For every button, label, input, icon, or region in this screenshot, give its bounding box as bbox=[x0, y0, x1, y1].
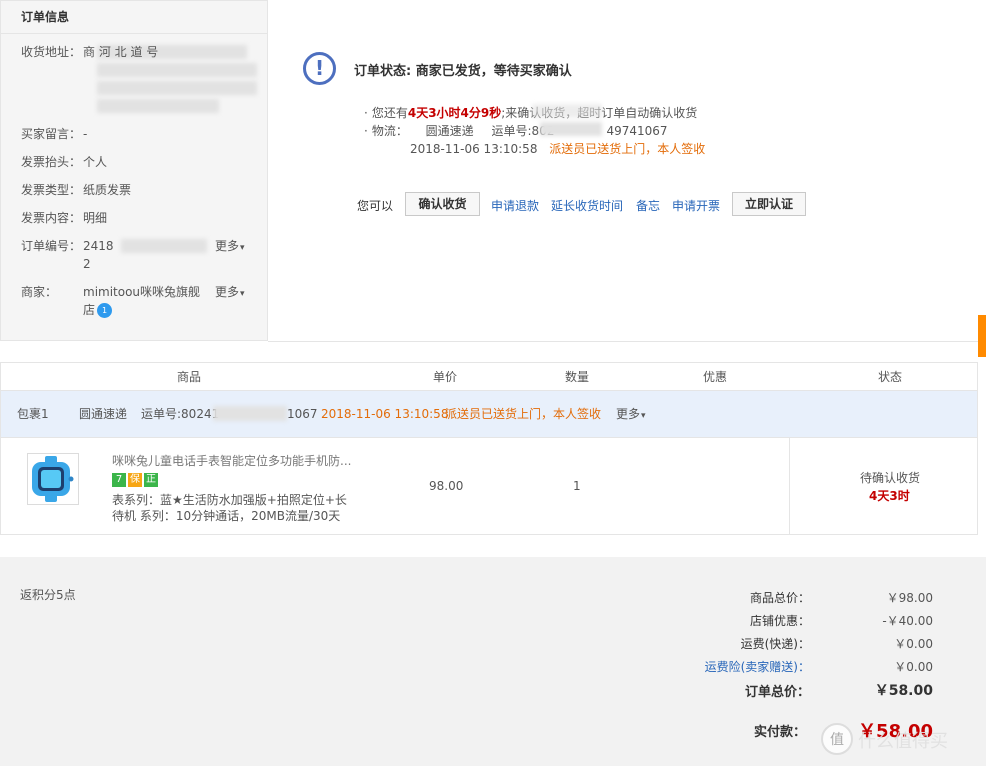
seller-label: 商家： bbox=[21, 285, 58, 299]
product-quantity: 1 bbox=[573, 479, 581, 493]
package-carrier: 圆通速递 bbox=[79, 407, 128, 421]
watch-image-icon bbox=[32, 456, 74, 502]
logistics-line: · 物流： 圆通速递 运单号:802 49741067 bbox=[364, 124, 668, 138]
actions-prefix: 您可以 bbox=[357, 199, 394, 213]
invoice-type-value: 纸质发票 bbox=[83, 183, 132, 197]
package-waybill: 运单号:80241 bbox=[141, 407, 220, 421]
order-info-panel: 订单信息 收货地址： 商 河 北 道 号 买家留言： - 发票抬头： 个人 发票… bbox=[0, 0, 268, 341]
package-more-button[interactable]: 更多 bbox=[616, 406, 646, 424]
order-number-value: 2418 bbox=[83, 239, 114, 253]
alert-icon: ! bbox=[303, 52, 336, 85]
apply-refund-link[interactable]: 申请退款 bbox=[491, 197, 539, 214]
seller-more-button[interactable]: 更多 bbox=[215, 283, 245, 303]
invoice-content-row: 发票内容： 明细 bbox=[21, 209, 261, 227]
invoice-title-label: 发票抬头： bbox=[21, 155, 82, 169]
order-total-label: 订单总价： bbox=[744, 685, 810, 700]
guarantee-icon[interactable]: 保 bbox=[128, 473, 142, 487]
product-spec-2: 待机 系列：10分钟通话，20MB流量/30天 bbox=[112, 509, 341, 523]
confirm-countdown-line: ·您还有4天3小时4分9秒;来确认收货，超时订单自动确认收货 bbox=[364, 106, 697, 120]
site-watermark-icon: 值 bbox=[821, 723, 853, 755]
shipping-insurance-link[interactable]: 运费险(卖家赠送)： bbox=[670, 658, 810, 675]
product-title-link[interactable]: 咪咪兔儿童电话手表智能定位多功能手机防... bbox=[112, 452, 351, 469]
col-quantity: 数量 bbox=[565, 370, 590, 384]
paid-amount-label: 实付款： bbox=[753, 725, 806, 740]
address-value: 商 河 北 道 号 bbox=[83, 43, 263, 115]
order-number-value-line2: 2 bbox=[83, 257, 91, 271]
certify-now-button[interactable]: 立即认证 bbox=[732, 192, 806, 216]
seven-day-return-icon[interactable]: 7 bbox=[112, 473, 126, 487]
shipping-insurance-value: ￥0.00 bbox=[894, 660, 933, 674]
product-spec-1: 表系列：蓝★生活防水加强版+拍照定位+长 bbox=[112, 493, 347, 507]
side-scroll-indicator[interactable] bbox=[978, 315, 986, 357]
product-thumbnail[interactable] bbox=[27, 453, 79, 505]
goods-total-value: ￥98.00 bbox=[886, 591, 933, 605]
shipping-label: 运费(快递)： bbox=[740, 637, 810, 651]
col-product: 商品 bbox=[177, 370, 202, 384]
invoice-type-row: 发票类型： 纸质发票 bbox=[21, 181, 261, 199]
item-status: 待确认收货 bbox=[860, 471, 921, 485]
product-tags: 7保正 bbox=[112, 471, 160, 487]
buyer-message-label: 买家留言： bbox=[21, 127, 82, 141]
order-number-row: 订单编号： 2418 2 更多 bbox=[21, 237, 261, 273]
wangwang-chat-icon[interactable]: 1 bbox=[97, 303, 113, 318]
package-name: 包裹1 bbox=[17, 407, 49, 421]
col-status: 状态 bbox=[878, 370, 903, 384]
divider bbox=[268, 341, 986, 342]
order-info-title: 订单信息 bbox=[1, 1, 267, 34]
logistics-latest-line: 2018-11-06 13:10:58 派送员已送货上门，本人签收 bbox=[410, 142, 706, 156]
package-row: 包裹1 圆通速递 运单号:80241 1067 2018-11-06 13:10… bbox=[0, 391, 978, 437]
col-discount: 优惠 bbox=[703, 370, 728, 384]
item-countdown: 4天3时 bbox=[869, 489, 910, 503]
confirm-receipt-button[interactable]: 确认收货 bbox=[405, 192, 480, 216]
address-label: 收货地址： bbox=[21, 45, 82, 59]
seller-name[interactable]: mimitoou咪咪兔旗舰 bbox=[83, 283, 200, 301]
status-divider bbox=[789, 438, 790, 534]
product-price: 98.00 bbox=[429, 479, 464, 493]
package-waybill-tail: 1067 bbox=[287, 407, 318, 421]
shipping-value: ￥0.00 bbox=[894, 637, 933, 651]
order-more-button[interactable]: 更多 bbox=[215, 237, 245, 257]
package-status: 派送员已送货上门，本人签收 bbox=[445, 407, 602, 421]
invoice-type-label: 发票类型： bbox=[21, 183, 82, 197]
countdown-time: 4天3小时4分9秒 bbox=[407, 106, 502, 120]
seller-name-line2[interactable]: 店1 bbox=[83, 301, 113, 319]
extend-receipt-link[interactable]: 延长收货时间 bbox=[551, 197, 623, 214]
invoice-title-row: 发票抬头： 个人 bbox=[21, 153, 261, 171]
svg-text:值: 值 bbox=[830, 732, 844, 748]
shop-discount-value: -￥40.00 bbox=[882, 614, 933, 628]
apply-invoice-link[interactable]: 申请开票 bbox=[672, 197, 720, 214]
buyer-message-value: - bbox=[83, 127, 88, 141]
col-price: 单价 bbox=[433, 370, 458, 384]
buyer-message-row: 买家留言： - bbox=[21, 125, 261, 143]
invoice-content-value: 明细 bbox=[83, 211, 108, 225]
package-time: 2018-11-06 13:10:58 bbox=[321, 407, 449, 421]
goods-total-label: 商品总价： bbox=[749, 591, 810, 605]
table-header: 商品 单价 数量 优惠 状态 bbox=[0, 362, 978, 391]
order-number-label: 订单编号： bbox=[21, 239, 82, 253]
address-row: 收货地址： 商 河 北 道 号 bbox=[21, 43, 261, 115]
site-watermark-text: 什么值得买 bbox=[858, 731, 948, 752]
shop-discount-label: 店铺优惠： bbox=[749, 614, 810, 628]
order-status-title: 订单状态: 商家已发货，等待买家确认 bbox=[354, 64, 572, 79]
genuine-icon[interactable]: 正 bbox=[144, 473, 158, 487]
points-text: 返积分5点 bbox=[20, 588, 76, 602]
item-row: 咪咪兔儿童电话手表智能定位多功能手机防... 7保正 表系列：蓝★生活防水加强版… bbox=[0, 437, 978, 535]
invoice-title-value: 个人 bbox=[83, 155, 108, 169]
seller-row: 商家： mimitoou咪咪兔旗舰 店1 更多 bbox=[21, 283, 261, 323]
order-total-value: ￥58.00 bbox=[874, 683, 933, 699]
invoice-content-label: 发票内容： bbox=[21, 211, 82, 225]
memo-link[interactable]: 备忘 bbox=[636, 197, 660, 214]
